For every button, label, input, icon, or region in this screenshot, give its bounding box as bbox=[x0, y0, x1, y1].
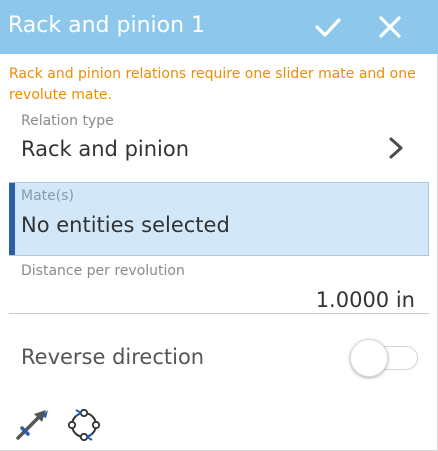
reverse-direction-toggle[interactable] bbox=[350, 338, 420, 378]
toggle-knob bbox=[350, 339, 388, 377]
close-icon bbox=[379, 16, 401, 38]
warning-message: Rack and pinion relations require one sl… bbox=[9, 66, 416, 103]
reverse-direction-label: Reverse direction bbox=[21, 345, 205, 369]
close-button[interactable] bbox=[374, 11, 406, 43]
mates-selection-field[interactable]: Mate(s) No entities selected bbox=[9, 182, 429, 256]
circular-mate-icon[interactable] bbox=[64, 404, 104, 444]
distance-label: Distance per revolution bbox=[21, 263, 185, 279]
relation-type-selector[interactable]: Relation type Rack and pinion bbox=[9, 108, 429, 174]
accept-button[interactable] bbox=[312, 11, 344, 43]
dialog-title: Rack and pinion 1 bbox=[8, 13, 206, 38]
chevron-right-icon bbox=[385, 135, 407, 161]
mates-label: Mate(s) bbox=[21, 188, 74, 204]
relation-type-label: Relation type bbox=[21, 113, 114, 129]
relation-type-value: Rack and pinion bbox=[21, 137, 190, 161]
mates-value: No entities selected bbox=[21, 213, 230, 237]
distance-input[interactable]: 1.0000 in bbox=[316, 286, 415, 314]
active-field-indicator bbox=[9, 183, 15, 255]
checkmark-icon bbox=[315, 18, 341, 37]
dialog-header: Rack and pinion 1 bbox=[0, 0, 438, 54]
rack-and-pinion-dialog: Rack and pinion 1 Rack and pinion relati… bbox=[0, 0, 438, 451]
distance-per-revolution-field: Distance per revolution 1.0000 in bbox=[9, 258, 429, 314]
distance-underline bbox=[9, 313, 429, 314]
mate-connector-icon[interactable] bbox=[12, 404, 52, 444]
